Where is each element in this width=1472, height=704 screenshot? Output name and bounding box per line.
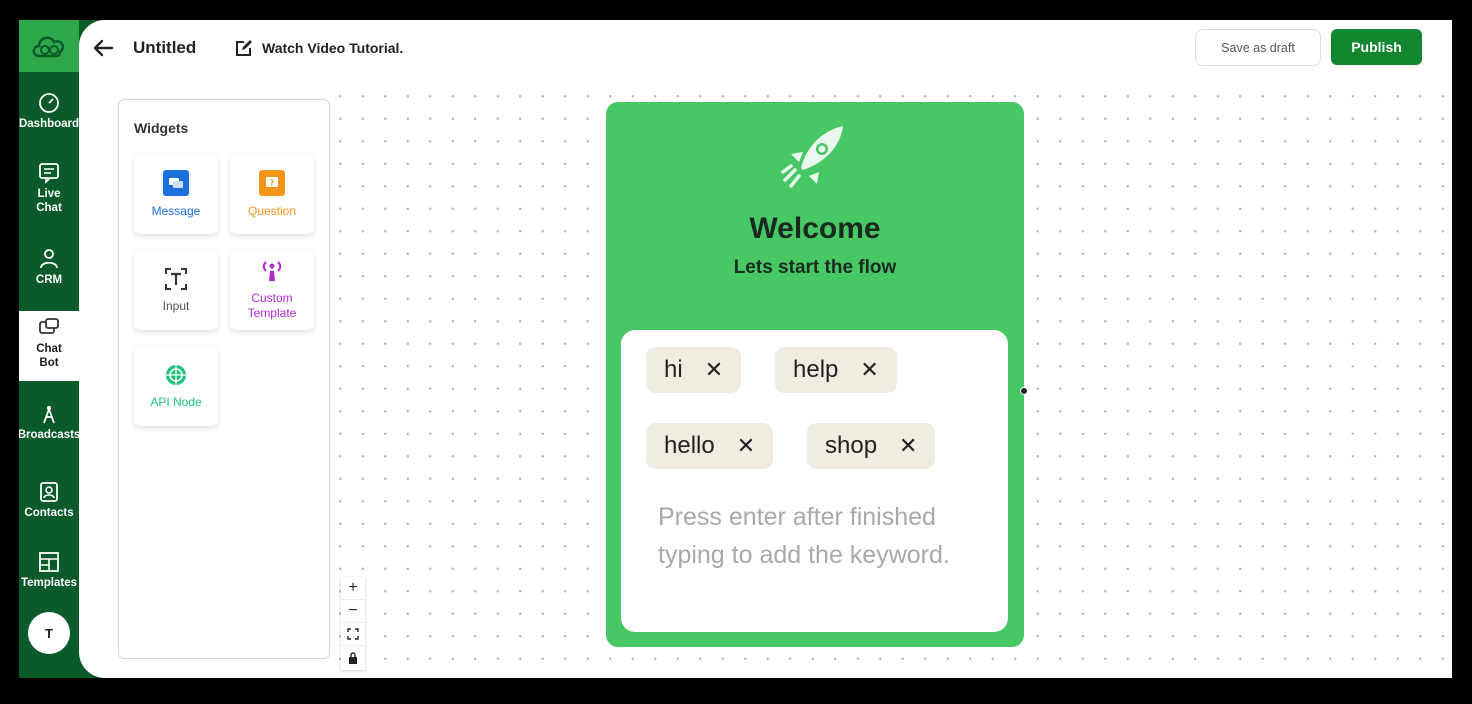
- widget-api-node[interactable]: API Node: [134, 346, 218, 426]
- sidebar-item-label: Chat Bot: [36, 343, 62, 369]
- zoom-in-button[interactable]: +: [341, 577, 365, 600]
- save-draft-button[interactable]: Save as draft: [1195, 29, 1321, 66]
- sidebar-item-label: Templates: [20, 577, 78, 589]
- app-window: Dashboard Live Chat CRM Chat Bot Broadca…: [19, 20, 1452, 678]
- keyword-input-box[interactable]: hi ✕ help ✕ hello ✕ shop ✕ Press enter a…: [621, 330, 1008, 632]
- arrow-left-icon: [93, 39, 114, 57]
- sidebar-item-broadcasts[interactable]: Broadcasts: [19, 403, 81, 449]
- keyword-chip: hi ✕: [646, 347, 742, 393]
- broadcast-tower-icon: [43, 406, 55, 424]
- node-title: Welcome: [749, 212, 881, 245]
- remove-keyword-button[interactable]: ✕: [899, 433, 917, 459]
- widget-custom-template[interactable]: Custom Template: [230, 250, 314, 330]
- keyword-text: shop: [825, 432, 878, 459]
- widget-label: Custom Template: [247, 291, 297, 320]
- api-icon: [166, 364, 186, 385]
- gauge-icon: [39, 93, 59, 113]
- zoom-controls: + −: [341, 577, 365, 670]
- widgets-panel: Widgets Message ? Question Input Custom …: [118, 99, 330, 659]
- widget-label: Question: [247, 203, 297, 218]
- sidebar-item-crm[interactable]: CRM: [19, 248, 79, 294]
- keyword-input-placeholder[interactable]: Press enter after finished typing to add…: [658, 498, 988, 574]
- contacts-icon: [40, 482, 58, 502]
- welcome-node[interactable]: Welcome Lets start the flow hi ✕ help ✕ …: [606, 102, 1024, 647]
- lock-icon: [349, 651, 357, 664]
- node-connector-handle[interactable]: [1020, 387, 1028, 395]
- keyword-text: hello: [664, 432, 715, 459]
- widget-label: Input: [162, 298, 190, 313]
- publish-button[interactable]: Publish: [1331, 29, 1422, 65]
- widget-label: Message: [151, 203, 201, 218]
- sidebar-item-label: Dashboard: [19, 118, 80, 130]
- templates-icon: [39, 552, 59, 572]
- message-icon: [163, 169, 189, 196]
- watch-tutorial-link[interactable]: Watch Video Tutorial.: [235, 39, 403, 57]
- remove-keyword-button[interactable]: ✕: [737, 433, 755, 459]
- node-subtitle: Lets start the flow: [733, 257, 897, 278]
- widget-message[interactable]: Message: [134, 154, 218, 234]
- sidebar-item-label: Contacts: [24, 507, 74, 519]
- sidebar-item-contacts[interactable]: Contacts: [19, 481, 79, 527]
- rocket-icon: [781, 126, 843, 188]
- zoom-out-button[interactable]: −: [341, 600, 365, 623]
- crm-icon: [40, 249, 58, 269]
- logo[interactable]: [19, 20, 79, 72]
- question-icon: ?: [259, 169, 285, 196]
- lock-button[interactable]: [341, 646, 365, 669]
- avatar[interactable]: T: [28, 612, 70, 654]
- cloud-logo-icon: [32, 36, 65, 58]
- remove-keyword-button[interactable]: ✕: [860, 357, 878, 383]
- chat-icon: [39, 163, 59, 184]
- sidebar-item-live-chat[interactable]: Live Chat: [19, 162, 79, 218]
- sidebar-item-label: Live Chat: [36, 188, 62, 214]
- keyword-chip: hello ✕: [646, 423, 774, 469]
- keyword-chip: shop ✕: [807, 423, 936, 469]
- svg-text:?: ?: [270, 178, 275, 187]
- sidebar-item-label: Broadcasts: [19, 429, 81, 441]
- sidebar-item-dashboard[interactable]: Dashboard: [19, 92, 79, 138]
- sidebar: Dashboard Live Chat CRM Chat Bot Broadca…: [19, 20, 81, 678]
- edit-icon: [236, 40, 252, 56]
- keyword-chip: help ✕: [775, 347, 897, 393]
- back-button[interactable]: [92, 37, 114, 59]
- sidebar-item-templates[interactable]: Templates: [19, 551, 79, 597]
- keyword-text: help: [793, 356, 839, 383]
- widget-label: API Node: [150, 394, 202, 409]
- keyword-text: hi: [664, 356, 683, 383]
- chatbot-icon: [39, 318, 59, 334]
- watch-tutorial-label: Watch Video Tutorial.: [262, 40, 404, 56]
- widget-question[interactable]: ? Question: [230, 154, 314, 234]
- sidebar-item-chat-bot[interactable]: Chat Bot: [19, 311, 79, 381]
- widgets-title: Widgets: [134, 120, 189, 136]
- remove-keyword-button[interactable]: ✕: [705, 357, 723, 383]
- fit-view-button[interactable]: [341, 623, 365, 646]
- custom-template-icon: [262, 261, 282, 281]
- flow-title[interactable]: Untitled: [133, 38, 196, 58]
- widget-input[interactable]: Input: [134, 250, 218, 330]
- text-input-icon: [165, 267, 187, 290]
- fit-view-icon: [347, 628, 359, 640]
- sidebar-item-label: CRM: [35, 274, 63, 286]
